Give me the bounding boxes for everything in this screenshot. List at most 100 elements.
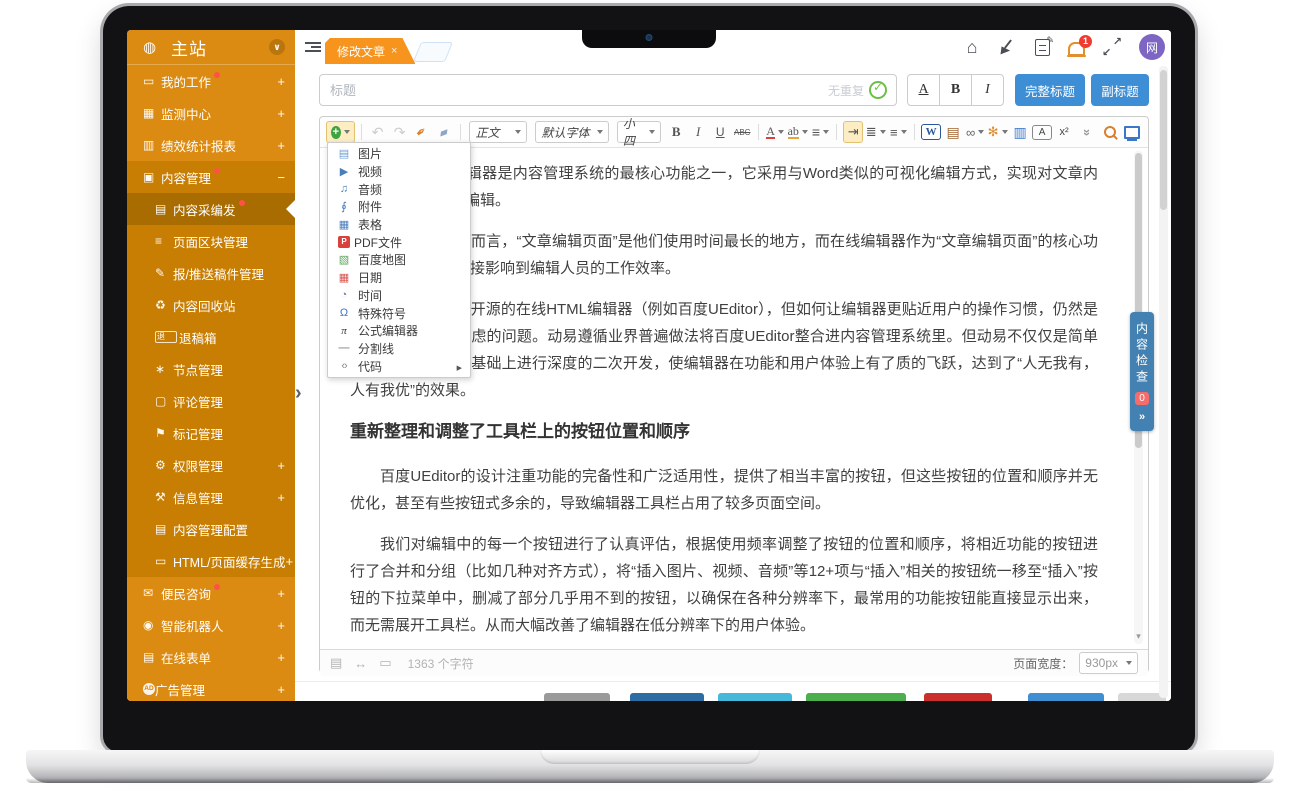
sidebar-item[interactable]: ▤ 内容采编发 bbox=[127, 193, 295, 225]
sidebar-item[interactable]: ♻ 内容回收站 bbox=[127, 289, 295, 321]
strikethrough-button[interactable]: ABC bbox=[732, 121, 752, 143]
action-button[interactable] bbox=[806, 693, 906, 701]
home-icon[interactable] bbox=[963, 38, 981, 56]
element-path-icon[interactable] bbox=[330, 655, 342, 671]
sidebar-item[interactable]: ≡ 页面区块管理 bbox=[127, 225, 295, 257]
layout-columns-icon[interactable] bbox=[1010, 121, 1030, 143]
sidebar-item[interactable]: AD 广告管理 + bbox=[127, 673, 295, 701]
insert-menu-item[interactable]: ▦ 表格 bbox=[328, 216, 470, 234]
superscript-button[interactable]: x² bbox=[1054, 121, 1074, 143]
sidebar-item-label: 内容回收站 bbox=[173, 296, 236, 315]
insert-menu-item[interactable]: ◔ 时间 bbox=[328, 287, 470, 305]
sidebar-item[interactable]: ✉ 便民咨询 + bbox=[127, 577, 295, 609]
align-button[interactable] bbox=[810, 121, 830, 143]
sidebar-item[interactable]: ⚒ 信息管理 + bbox=[127, 481, 295, 513]
page-view-icon[interactable] bbox=[379, 655, 391, 671]
sidebar-item[interactable]: ▭ 我的工作 + bbox=[127, 65, 295, 97]
highlight-color-button[interactable]: ab bbox=[787, 121, 808, 143]
insert-menu-item[interactable]: ♫ 音频 bbox=[328, 180, 470, 198]
auto-width-icon[interactable] bbox=[354, 656, 367, 671]
paragraph-format-select[interactable]: 正文 bbox=[469, 121, 527, 143]
close-tab-icon[interactable]: × bbox=[391, 45, 397, 57]
fullscreen-monitor-icon[interactable] bbox=[1122, 121, 1142, 143]
sidebar-item[interactable]: ▭ HTML/页面缓存生成 + bbox=[127, 545, 295, 577]
first-line-indent-button[interactable] bbox=[843, 121, 863, 143]
sidebar-item[interactable]: ∗ 节点管理 bbox=[127, 353, 295, 385]
preview-search-icon[interactable] bbox=[1100, 121, 1120, 143]
audit-log-icon[interactable] bbox=[1035, 39, 1050, 56]
title-format-button[interactable]: I bbox=[971, 74, 1004, 106]
action-button[interactable] bbox=[630, 693, 704, 701]
paste-from-word-icon[interactable]: W bbox=[921, 124, 941, 140]
sidebar-item[interactable]: 退 退稿箱 bbox=[127, 321, 295, 353]
insert-dropdown-button[interactable]: + bbox=[326, 121, 355, 143]
clear-format-eraser-icon[interactable] bbox=[434, 121, 454, 143]
font-family-select[interactable]: 默认字体 bbox=[535, 121, 608, 143]
page-scrollbar-thumb[interactable] bbox=[1160, 70, 1167, 210]
font-color-button[interactable]: A bbox=[765, 121, 785, 143]
tab-edit-article[interactable]: 修改文章 × bbox=[325, 38, 415, 64]
sidebar-item[interactable]: ▢ 评论管理 bbox=[127, 385, 295, 417]
sidebar-item[interactable]: ▣ 内容管理 − bbox=[127, 161, 295, 193]
title-format-button[interactable]: A bbox=[907, 74, 940, 106]
action-button[interactable] bbox=[924, 693, 992, 701]
bold-button[interactable]: B bbox=[666, 121, 686, 143]
toggle-sidebar-icon[interactable] bbox=[305, 40, 321, 54]
auto-format-magic-icon[interactable] bbox=[987, 121, 1008, 143]
article-title-input[interactable] bbox=[319, 74, 897, 106]
caret-down-icon bbox=[778, 130, 784, 134]
action-button[interactable] bbox=[718, 693, 792, 701]
content-check-tab[interactable]: 内容检查 0 » bbox=[1130, 312, 1154, 431]
notifications-bell-icon[interactable]: 1 bbox=[1068, 42, 1085, 56]
sidebar-item[interactable]: ▤ 内容管理配置 bbox=[127, 513, 295, 545]
clear-cache-broom-icon[interactable] bbox=[999, 38, 1017, 56]
sidebar-item[interactable]: ✎ 报/推送稿件管理 bbox=[127, 257, 295, 289]
sidebar-item[interactable]: ⚙ 权限管理 + bbox=[127, 449, 295, 481]
scroll-down-arrow-icon[interactable] bbox=[1134, 626, 1143, 644]
insert-menu-item[interactable]: ▤ 图片 bbox=[328, 145, 470, 163]
insert-menu-item[interactable]: — 分割线 bbox=[328, 340, 470, 358]
page-scrollbar[interactable] bbox=[1159, 66, 1168, 698]
insert-menu-item[interactable]: P PDF文件 bbox=[328, 233, 470, 251]
italic-button[interactable]: I bbox=[688, 121, 708, 143]
sidebar-item[interactable]: ◉ 智能机器人 + bbox=[127, 609, 295, 641]
action-button[interactable] bbox=[544, 693, 610, 701]
sidebar-item[interactable]: ▥ 绩效统计报表 + bbox=[127, 129, 295, 161]
insert-menu-item[interactable]: Ω 特殊符号 bbox=[328, 304, 470, 322]
subtitle-button[interactable]: 副标题 bbox=[1091, 74, 1149, 106]
sidebar-item[interactable]: ⚑ 标记管理 bbox=[127, 417, 295, 449]
underline-button[interactable]: U bbox=[710, 121, 730, 143]
insert-menu-item[interactable]: ▦ 日期 bbox=[328, 269, 470, 287]
insert-menu-item[interactable]: π 公式编辑器 bbox=[328, 322, 470, 340]
more-tools-chevron-icon[interactable] bbox=[1078, 121, 1098, 143]
fullscreen-expand-icon[interactable] bbox=[1103, 38, 1121, 56]
paste-plain-clipboard-icon[interactable] bbox=[943, 121, 963, 143]
full-title-button[interactable]: 完整标题 bbox=[1015, 74, 1085, 106]
sidebar-header[interactable]: 主站 bbox=[127, 30, 295, 65]
sidebar-item[interactable]: ▤ 在线表单 + bbox=[127, 641, 295, 673]
sidebar-item[interactable]: ▦ 监测中心 + bbox=[127, 97, 295, 129]
undo-icon[interactable] bbox=[368, 121, 388, 143]
format-painter-icon[interactable] bbox=[412, 121, 432, 143]
insert-menu-item[interactable]: ▶ 视频 bbox=[328, 163, 470, 181]
unordered-list-button[interactable] bbox=[888, 121, 908, 143]
pdf-icon: P bbox=[338, 236, 350, 248]
ordered-list-button[interactable] bbox=[865, 121, 886, 143]
text-block-button[interactable]: A bbox=[1032, 125, 1052, 140]
insert-menu-item[interactable]: ▧ 百度地图 bbox=[328, 251, 470, 269]
chevron-down-circle-icon[interactable] bbox=[269, 39, 285, 55]
insert-dropdown-menu: ▤ 图片 ▶ 视频 ♫ 音频 bbox=[327, 142, 471, 378]
sidebar-collapse-handle[interactable] bbox=[295, 382, 302, 405]
insert-menu-item[interactable]: ∮ 附件 bbox=[328, 198, 470, 216]
title-format-button[interactable]: B bbox=[939, 74, 972, 106]
main-panel: 修改文章 × 1 网 bbox=[295, 30, 1171, 701]
redo-icon[interactable] bbox=[390, 121, 410, 143]
action-button[interactable] bbox=[1028, 693, 1104, 701]
double-chevron-right-icon[interactable]: » bbox=[1139, 411, 1145, 423]
insert-menu-item[interactable]: ‹› 代码 bbox=[328, 357, 470, 375]
insert-link-icon[interactable] bbox=[965, 121, 985, 143]
font-size-select[interactable]: 小四 bbox=[617, 121, 661, 143]
page-width-select[interactable]: 930px bbox=[1079, 652, 1138, 674]
new-tab-placeholder[interactable] bbox=[413, 42, 453, 62]
user-avatar[interactable]: 网 bbox=[1139, 34, 1165, 60]
